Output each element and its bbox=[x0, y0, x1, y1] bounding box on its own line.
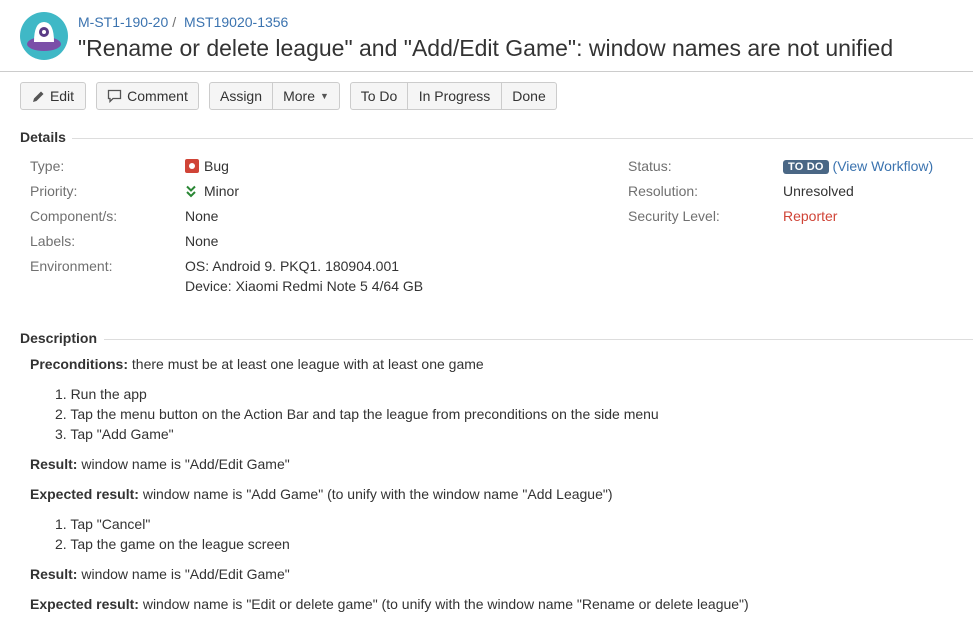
priority-label: Priority: bbox=[30, 183, 78, 199]
list-item: 1. Run the app bbox=[55, 386, 147, 402]
breadcrumb: M-ST1-190-20/ MST19020-1356 bbox=[78, 14, 288, 30]
workflow-close-paren: ) bbox=[928, 158, 934, 174]
done-transition-button[interactable]: Done bbox=[502, 82, 557, 110]
preconditions-label: Preconditions: bbox=[30, 356, 129, 372]
expected-label: Expected result: bbox=[30, 596, 139, 612]
status-badge: TO DO bbox=[783, 160, 829, 174]
environment-label: Environment: bbox=[30, 258, 113, 274]
details-divider bbox=[72, 138, 973, 139]
comment-label: Comment bbox=[127, 88, 188, 104]
todo-transition-button[interactable]: To Do bbox=[350, 82, 408, 110]
security-level-value: Reporter bbox=[783, 208, 838, 224]
view-workflow-link[interactable]: View Workflow bbox=[837, 158, 928, 174]
comment-button[interactable]: Comment bbox=[96, 82, 199, 110]
components-label: Component/s: bbox=[30, 208, 118, 224]
security-level-label: Security Level: bbox=[628, 208, 720, 224]
labels-label: Labels: bbox=[30, 233, 76, 249]
description-divider bbox=[104, 339, 973, 340]
result-paragraph-2: Result: window name is "Add/Edit Game" bbox=[30, 566, 290, 582]
result-text: window name is "Add/Edit Game" bbox=[81, 566, 290, 582]
pencil-icon bbox=[32, 90, 45, 103]
edit-button[interactable]: Edit bbox=[20, 82, 86, 110]
breadcrumb-issue-key-link[interactable]: MST19020-1356 bbox=[184, 14, 288, 30]
expected-text: window name is "Edit or delete game" (to… bbox=[142, 596, 749, 612]
issue-header: M-ST1-190-20/ MST19020-1356 "Rename or d… bbox=[0, 0, 973, 72]
issue-summary[interactable]: "Rename or delete league" and "Add/Edit … bbox=[78, 35, 893, 62]
type-text: Bug bbox=[204, 158, 229, 174]
labels-value: None bbox=[185, 233, 219, 249]
in-progress-transition-button[interactable]: In Progress bbox=[408, 82, 502, 110]
list-item: 2. Tap the game on the league screen bbox=[55, 536, 290, 552]
breadcrumb-separator: / bbox=[172, 14, 177, 30]
edit-label: Edit bbox=[49, 88, 75, 104]
comment-icon bbox=[107, 89, 122, 103]
breadcrumb-project-link[interactable]: M-ST1-190-20 bbox=[78, 14, 168, 30]
components-value: None bbox=[185, 208, 219, 224]
list-item: 1. Tap "Cancel" bbox=[55, 516, 151, 532]
resolution-value: Unresolved bbox=[783, 183, 854, 199]
preconditions-text: there must be at least one league with a… bbox=[131, 356, 484, 372]
type-label: Type: bbox=[30, 158, 65, 174]
expected-paragraph-2: Expected result: window name is "Edit or… bbox=[30, 596, 749, 612]
result-text: window name is "Add/Edit Game" bbox=[81, 456, 290, 472]
priority-value: Minor bbox=[185, 183, 239, 201]
result-label: Result: bbox=[30, 566, 78, 582]
expected-label: Expected result: bbox=[30, 486, 139, 502]
details-heading[interactable]: Details bbox=[20, 129, 66, 145]
expected-paragraph-1: Expected result: window name is "Add Gam… bbox=[30, 486, 613, 502]
chevron-down-icon: ▼ bbox=[319, 91, 329, 101]
list-item: 3. Tap "Add Game" bbox=[55, 426, 174, 442]
environment-os: OS: Android 9. PKQ1. 180904.001 bbox=[185, 258, 400, 274]
environment-device: Device: Xiaomi Redmi Note 5 4/64 GB bbox=[185, 278, 424, 294]
priority-text: Minor bbox=[204, 183, 240, 199]
status-label: Status: bbox=[628, 158, 672, 174]
list-item: 2. Tap the menu button on the Action Bar… bbox=[55, 406, 659, 422]
status-value: TO DO (View Workflow) bbox=[783, 158, 933, 174]
description-heading[interactable]: Description bbox=[20, 330, 97, 346]
project-avatar-icon[interactable] bbox=[20, 12, 68, 60]
assign-button[interactable]: Assign bbox=[209, 82, 273, 110]
preconditions-paragraph: Preconditions: there must be at least on… bbox=[30, 356, 484, 372]
result-label: Result: bbox=[30, 456, 78, 472]
type-value: Bug bbox=[185, 158, 229, 174]
more-button[interactable]: More ▼ bbox=[273, 82, 340, 110]
more-label: More bbox=[283, 88, 315, 104]
expected-text: window name is "Add Game" (to unify with… bbox=[142, 486, 613, 502]
result-paragraph-1: Result: window name is "Add/Edit Game" bbox=[30, 456, 290, 472]
resolution-label: Resolution: bbox=[628, 183, 699, 199]
priority-minor-icon bbox=[185, 185, 199, 201]
bug-icon bbox=[185, 159, 199, 173]
